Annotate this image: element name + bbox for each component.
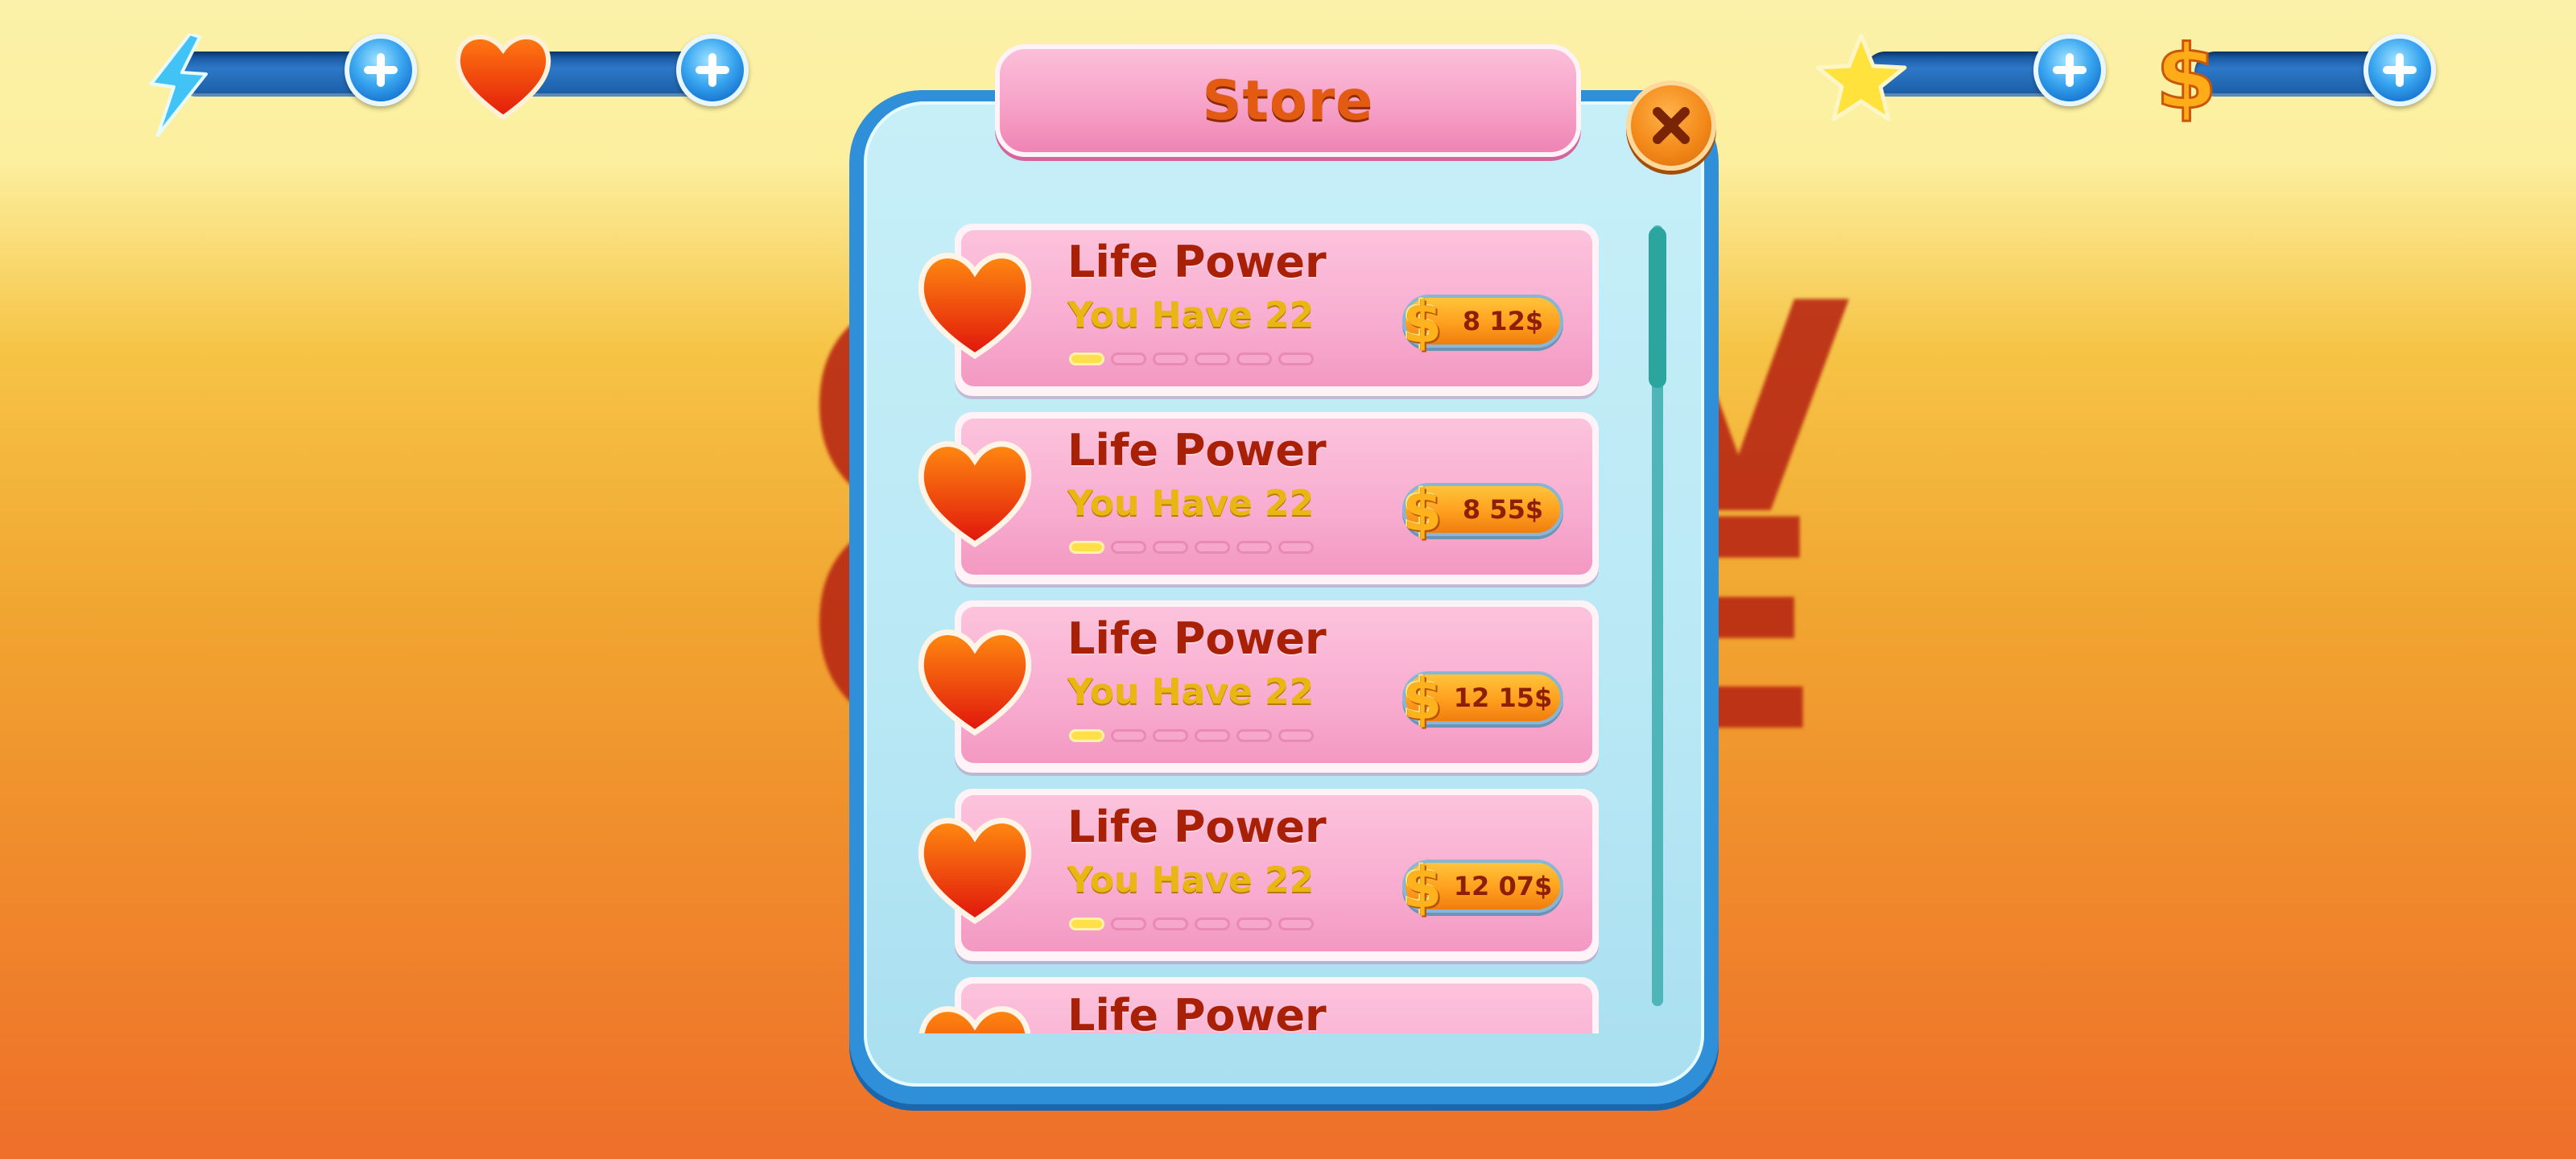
progress-segment — [1153, 353, 1188, 365]
progress-segment — [1278, 541, 1314, 554]
close-button[interactable] — [1626, 80, 1716, 171]
svg-text:$: $ — [2156, 26, 2218, 122]
buy-button[interactable]: $ 12 07$ — [1402, 855, 1563, 921]
progress-segment — [1236, 541, 1272, 554]
buy-button[interactable]: $ 12 15$ — [1402, 666, 1563, 732]
close-icon — [1649, 103, 1694, 148]
dollar-icon: $ — [1402, 478, 1443, 544]
progress-segment — [1153, 729, 1188, 742]
heart-icon — [914, 808, 1035, 929]
progress-segment — [1278, 353, 1314, 365]
progress-segment — [1111, 918, 1146, 930]
store-item-progress — [1069, 541, 1327, 555]
store-item-list[interactable]: Life Power You Have 22 $ 8 12$ Life Powe… — [902, 219, 1618, 1033]
store-item-title: Life Power — [1067, 613, 1327, 664]
dollar-icon: $ — [2154, 25, 2219, 130]
progress-segment — [1278, 729, 1314, 742]
store-item[interactable]: Life Power You Have 22 $ 12 07$ — [918, 789, 1599, 961]
progress-segment — [1069, 353, 1104, 365]
progress-segment — [1195, 353, 1230, 365]
store-item-title: Life Power — [1067, 425, 1327, 476]
store-item-owned: You Have 22 — [1067, 483, 1315, 524]
progress-segment — [1111, 729, 1146, 742]
progress-segment — [1195, 729, 1230, 742]
store-item[interactable]: Life Power — [919, 977, 1599, 1033]
add-coins-button[interactable] — [2363, 34, 2436, 106]
store-item-progress — [1069, 353, 1327, 367]
plus-icon — [694, 52, 731, 89]
dollar-icon: $ — [1402, 666, 1443, 732]
hud-coins: $ — [2154, 25, 2436, 130]
price-label: 12 15$ — [1453, 683, 1553, 713]
dollar-icon: $ — [1402, 855, 1443, 921]
price-label: 12 07$ — [1453, 871, 1553, 901]
store-item[interactable]: Life Power You Have 22 $ 12 15$ — [918, 600, 1599, 773]
price-label: 8 12$ — [1462, 306, 1544, 336]
progress-segment — [1069, 541, 1104, 554]
store-item[interactable]: Life Power You Have 22 $ 8 55$ — [918, 412, 1599, 584]
store-item-owned: You Have 22 — [1067, 860, 1315, 901]
plus-icon — [362, 52, 399, 89]
buy-button[interactable]: $ 8 12$ — [1402, 290, 1563, 356]
scrollbar-thumb[interactable] — [1649, 227, 1666, 388]
progress-segment — [1236, 729, 1272, 742]
store-item[interactable]: Life Power You Have 22 $ 8 12$ — [918, 224, 1599, 396]
hud-energy — [143, 32, 417, 137]
add-lives-button[interactable] — [676, 34, 749, 106]
store-item-title: Life Power — [1067, 802, 1327, 852]
store-item-title: Life Power — [1067, 990, 1327, 1033]
progress-segment — [1069, 729, 1104, 742]
lightning-icon — [143, 32, 224, 137]
store-item-title: Life Power — [1067, 237, 1327, 287]
progress-segment — [1278, 918, 1314, 930]
progress-segment — [1069, 918, 1104, 930]
plus-icon — [2051, 52, 2088, 89]
hud-lives — [455, 34, 749, 121]
dollar-icon: $ — [1402, 290, 1443, 356]
progress-segment — [1195, 541, 1230, 554]
store-item-progress — [1069, 918, 1327, 932]
add-energy-button[interactable] — [345, 34, 417, 106]
heart-icon — [914, 996, 1035, 1033]
store-item-owned: You Have 22 — [1067, 295, 1315, 336]
progress-segment — [1111, 353, 1146, 365]
hud-stars — [1815, 33, 2106, 122]
progress-segment — [1153, 918, 1188, 930]
price-label: 8 55$ — [1462, 494, 1544, 525]
add-stars-button[interactable] — [2033, 34, 2106, 106]
store-item-owned: You Have 22 — [1067, 671, 1315, 712]
star-icon — [1813, 31, 1909, 127]
heart-icon — [914, 243, 1035, 364]
plus-icon — [2381, 52, 2418, 89]
heart-icon — [451, 27, 555, 124]
progress-segment — [1236, 353, 1272, 365]
store-title: Store — [1202, 68, 1374, 133]
progress-segment — [1195, 918, 1230, 930]
heart-icon — [914, 620, 1035, 740]
store-title-plate: Store — [995, 44, 1581, 157]
store-item-progress — [1069, 729, 1327, 744]
progress-segment — [1111, 541, 1146, 554]
buy-button[interactable]: $ 8 55$ — [1402, 478, 1563, 544]
progress-segment — [1236, 918, 1272, 930]
heart-icon — [914, 431, 1035, 552]
progress-segment — [1153, 541, 1188, 554]
